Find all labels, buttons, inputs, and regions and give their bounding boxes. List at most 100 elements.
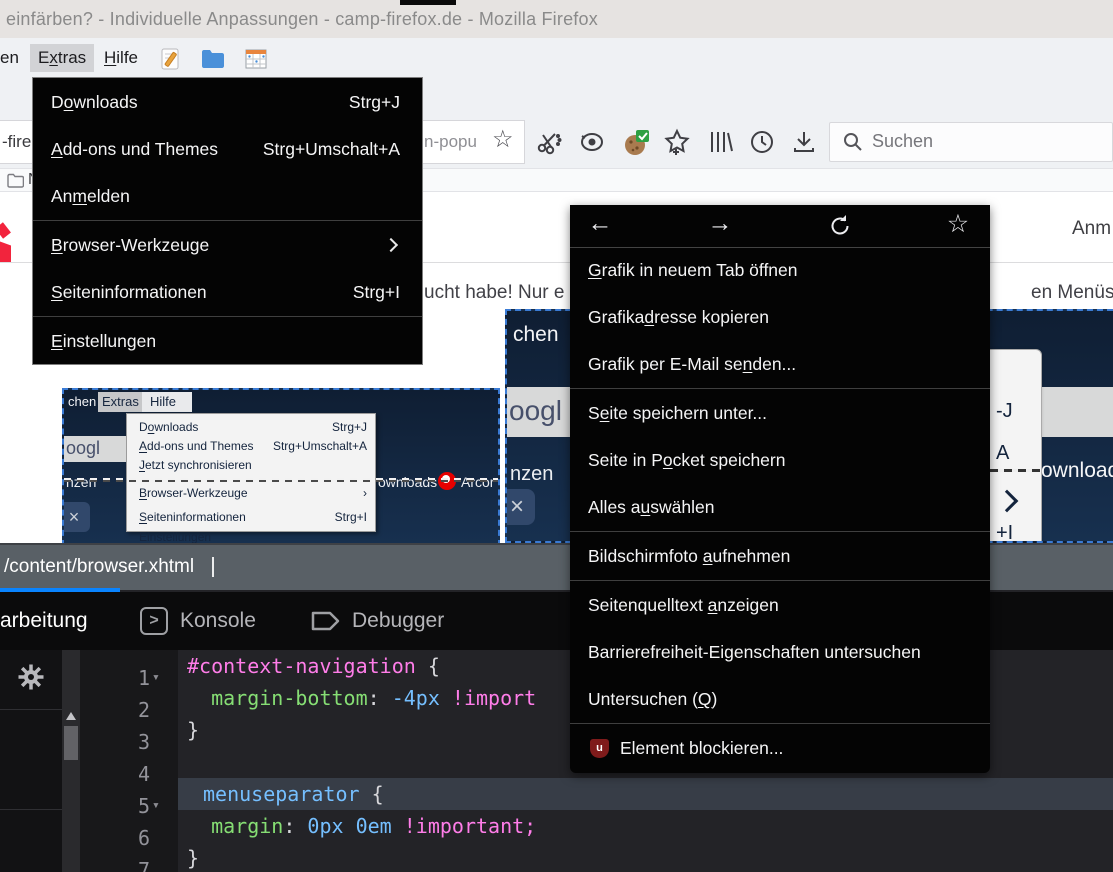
ctx-item-bildschirmfoto[interactable]: Bildschirmfoto aufnehmen <box>570 533 990 580</box>
devtools-location: /content/browser.xhtml <box>4 556 194 578</box>
img-menu-hilfe: Hilfe <box>150 394 176 409</box>
arcor-label: Arcor <box>461 474 494 490</box>
library-icon[interactable] <box>706 128 734 156</box>
menu-extras[interactable]: Extras <box>30 44 94 72</box>
firefox-window: einfärben? - Individuelle Anpassungen - … <box>0 0 1113 872</box>
menu-item-einstellungen[interactable]: Einstellungen <box>33 318 422 365</box>
code-line-7: } <box>187 842 199 872</box>
scrollbar[interactable] <box>62 650 80 872</box>
url-text-left: -fire <box>2 132 31 152</box>
eye-icon[interactable] <box>578 128 606 156</box>
gear-icon[interactable] <box>16 662 46 692</box>
img-extras-dropdown: DownloadsStrg+J Add-ons und ThemesStrg+U… <box>126 413 376 532</box>
tab-debugger[interactable]: Debugger <box>352 592 444 650</box>
code-line-5: menuseparator { <box>203 778 384 810</box>
img-close-x: × <box>505 489 535 525</box>
extras-menu: DownloadsStrg+J Add-ons und ThemesStrg+U… <box>32 77 423 365</box>
ctx-item-grafik-neuer-tab[interactable]: Grafik in neuem Tab öffnen <box>570 247 990 294</box>
code-line-6: margin: 0px 0em !important; <box>187 810 536 842</box>
img-google-partial: oogl <box>66 438 100 459</box>
stylesheet-pane[interactable] <box>0 650 62 872</box>
ctx-item-seite-speichern[interactable]: Seite speichern unter... <box>570 390 990 437</box>
img-google-partial: oogl <box>509 395 562 427</box>
code-line-2: margin-bottom: -4px !import <box>187 682 536 714</box>
line-number-gutter: 1 2 3 4 5 6 7 ▾ ▾ <box>80 650 178 872</box>
menu-hilfe[interactable]: Hilfe <box>96 44 146 72</box>
tab-konsole[interactable]: Konsole <box>180 592 256 650</box>
menu-separator <box>570 388 990 389</box>
site-logo-fragment <box>0 240 11 262</box>
folder-icon[interactable] <box>200 46 226 72</box>
menu-separator <box>33 220 422 221</box>
ctx-item-grafikadresse-kopieren[interactable]: Grafikadresse kopieren <box>570 294 990 341</box>
debugger-icon[interactable] <box>310 607 342 635</box>
selection-ants <box>990 469 1040 472</box>
ctx-item-element-blockieren[interactable]: u Element blockieren... <box>570 725 990 772</box>
list-divider <box>0 809 62 810</box>
line-number: 5 <box>138 790 150 822</box>
line-number: 3 <box>138 726 150 758</box>
scrollbar-thumb[interactable] <box>64 726 78 760</box>
img-dropdown-edge: -J A +I <box>987 349 1042 543</box>
login-link-partial[interactable]: Anm <box>1072 218 1111 240</box>
title-bar: einfärben? - Individuelle Anpassungen - … <box>0 0 1113 38</box>
scroll-up-arrow-icon[interactable] <box>66 712 76 720</box>
search-input[interactable]: Suchen <box>829 122 1113 162</box>
ctx-item-barrierefreiheit[interactable]: Barrierefreiheit-Eigenschaften untersuch… <box>570 629 990 676</box>
ctx-item-untersuchen[interactable]: Untersuchen (Q) <box>570 676 990 723</box>
menu-separator <box>570 531 990 532</box>
img-google-band: oogl <box>64 436 126 462</box>
line-number: 1 <box>138 662 150 694</box>
embedded-screenshot-small[interactable]: chen Extras Hilfe DownloadsStrg+J Add-on… <box>62 388 500 543</box>
tab-stilbearbeitung[interactable]: arbeitung <box>0 592 88 650</box>
submenu-chevron-icon <box>384 238 398 252</box>
img-bookmark-downloads: ownloads <box>378 474 437 490</box>
menu-item-anmelden[interactable]: Anmelden <box>33 173 422 220</box>
ctx-item-alles-auswaehlen[interactable]: Alles auswählen <box>570 484 990 531</box>
site-logo-fragment <box>0 222 11 238</box>
window-fragment <box>400 0 456 5</box>
menu-separator <box>33 316 422 317</box>
menu-item-seiteninformationen[interactable]: SeiteninformationenStrg+I <box>33 269 422 316</box>
line-number: 7 <box>138 854 150 872</box>
download-icon[interactable] <box>790 128 818 156</box>
line-number: 2 <box>138 694 150 726</box>
menu-item-downloads[interactable]: DownloadsStrg+J <box>33 79 422 126</box>
ctx-item-grafik-email[interactable]: Grafik per E-Mail senden... <box>570 341 990 388</box>
star-plus-icon[interactable] <box>663 128 691 156</box>
img-menu-partial: chen <box>513 323 559 347</box>
code-line-1: #context-navigation { <box>187 650 440 682</box>
img-close-x: × <box>62 502 90 532</box>
img-bookmark-download: ownload <box>1041 459 1113 483</box>
bookmark-star-icon[interactable]: ☆ <box>492 125 514 154</box>
context-menu: ← → ☆ Grafik in neuem Tab öffnen Grafika… <box>570 205 990 773</box>
url-text-right: n-popu <box>424 132 477 152</box>
bookmark-folder-icon[interactable] <box>7 173 24 188</box>
bookmark-star-icon[interactable]: ☆ <box>938 209 978 239</box>
cookie-icon[interactable] <box>622 128 650 156</box>
img-text-nzen: nzen <box>66 474 96 490</box>
line-number: 6 <box>138 822 150 854</box>
selection-ants <box>64 480 500 482</box>
back-icon[interactable]: ← <box>580 209 620 238</box>
fold-arrow-icon[interactable]: ▾ <box>152 790 160 822</box>
forward-icon[interactable]: → <box>700 209 740 238</box>
context-nav-row: ← → ☆ <box>570 205 990 247</box>
menu-lesezeichen-partial[interactable]: en <box>0 44 27 72</box>
ublock-shield-icon: u <box>590 739 609 758</box>
line-number: 4 <box>138 758 150 790</box>
grid-table-icon[interactable] <box>243 46 269 72</box>
history-clock-icon[interactable] <box>748 128 776 156</box>
reload-icon[interactable] <box>820 209 860 239</box>
fold-arrow-icon[interactable]: ▾ <box>152 662 160 694</box>
ctx-item-seitenquelltext[interactable]: Seitenquelltext anzeigen <box>570 582 990 629</box>
menu-item-addons[interactable]: Add-ons und ThemesStrg+Umschalt+A <box>33 126 422 173</box>
notes-icon[interactable] <box>158 46 184 72</box>
scissors-icon[interactable] <box>535 128 563 156</box>
window-title: einfärben? - Individuelle Anpassungen - … <box>6 9 598 30</box>
ctx-item-pocket[interactable]: Seite in Pocket speichern <box>570 437 990 484</box>
post-text-left: ucht habe! Nur e <box>424 282 574 304</box>
img-menu-partial: chen <box>68 394 96 409</box>
console-icon[interactable]: > <box>140 607 168 635</box>
menu-item-browser-werkzeuge[interactable]: Browser-Werkzeuge <box>33 222 422 269</box>
